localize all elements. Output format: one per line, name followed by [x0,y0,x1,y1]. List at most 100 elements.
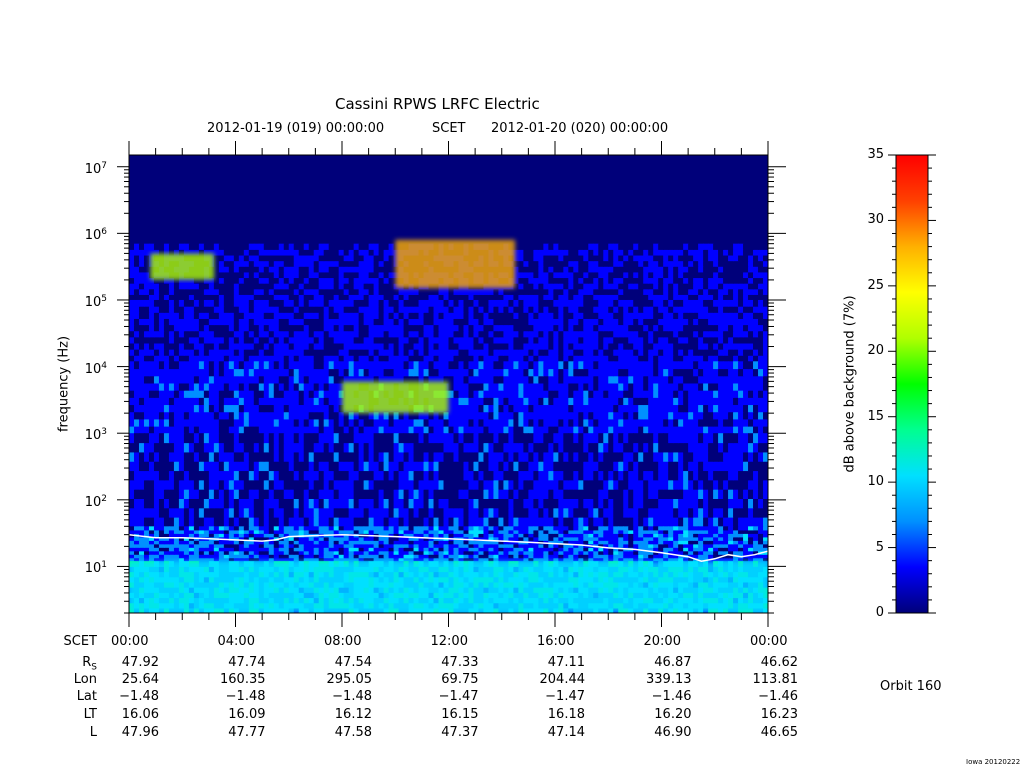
spectrogram-cell [688,318,694,326]
spectrogram-cell [608,208,614,218]
spectrogram-cell [578,294,584,301]
spectrogram-cell [733,382,739,391]
spectrogram-cell [653,271,659,279]
spectrogram-cell [363,312,370,319]
spectrogram-cell [303,368,310,377]
spectrogram-cell [133,266,140,273]
spectrogram-cell [208,312,215,319]
spectrogram-cell [283,234,290,245]
spectrogram-cell [718,312,724,319]
spectrogram-cell [713,382,719,391]
spectrogram-cell [563,306,569,313]
spectrogram-cell [703,163,709,174]
spectrogram-cell [363,260,370,267]
spectrogram-cell [418,312,425,319]
spectrogram-cell [708,368,714,377]
spectrogram-cell [433,225,440,236]
spectrogram-cell [238,249,245,256]
spectrogram-cell [223,375,230,384]
spectrogram-cell [563,260,569,267]
spectrogram-cell [543,299,549,307]
spectrogram-cell [678,199,684,209]
spectrogram-cell [643,199,649,209]
spectrogram-cell [528,390,534,398]
spectrogram-cell [258,418,265,427]
spectrogram-cell [743,368,749,377]
spectrogram-cell [613,254,619,262]
spectrogram-cell [723,266,729,273]
spectrogram-cell [548,163,554,174]
spectrogram-cell [613,181,619,192]
spectrogram-cell [308,243,315,250]
spectrogram-cell [368,199,375,209]
spectrogram-cell [618,254,624,262]
spectrogram-cell [263,318,270,326]
spectrogram-cell [608,277,614,284]
spectrogram-cell [148,288,155,295]
spectrogram-cell [583,324,589,332]
spectrogram-cell [428,306,435,313]
spectrogram-cell [718,426,724,434]
spectrogram-cell [358,318,365,326]
spectrogram-cell [428,163,435,174]
spectrogram-cell [578,199,584,209]
spectrogram-cell [713,368,719,377]
spectrogram-cell [238,217,245,227]
spectrogram-cell [603,312,609,319]
spectrogram-cell [138,155,145,165]
spectrogram-cell [533,155,539,165]
spectrogram-cell [328,349,335,356]
spectrogram-cell [508,217,514,227]
spectrogram-cell [738,355,744,362]
spectrogram-cell [288,208,295,218]
spectrogram-cell [313,294,320,301]
spectrogram-cell [458,181,465,192]
spectrogram-cell [578,418,584,427]
spectrogram-cell [668,368,674,377]
spectrogram-cell [228,411,235,420]
spectrogram-cell [293,411,300,420]
spectrogram-cell [733,217,739,227]
spectrogram-cell [548,318,554,326]
spectrogram-cell [678,349,684,356]
spectrogram-cell [408,199,415,209]
spectrogram-cell [598,288,604,295]
spectrogram-cell [273,324,280,332]
spectrogram-cell [578,342,584,350]
spectrogram-cell [248,306,255,313]
spectrogram-cell [228,155,235,165]
spectrogram-cell [713,349,719,356]
spectrogram-cell [218,249,225,256]
spectrogram-cell [428,288,435,295]
spectrogram-cell [438,418,445,427]
spectrogram-cell [678,306,684,313]
spectrogram-cell [573,426,579,434]
spectrogram-cell [738,382,744,391]
spectrogram-cell [263,368,270,377]
spectrogram-cell [193,299,200,307]
spectrogram-cell [448,349,455,356]
spectrogram-cell [163,190,170,200]
spectrogram-cell [318,404,325,413]
spectrogram-cell [203,397,210,406]
spectrogram-cell [248,266,255,273]
spectrogram-cell [483,199,490,209]
spectrogram-cell [748,260,754,267]
spectrogram-cell [343,277,350,284]
spectrogram-cell [413,418,420,427]
spectrogram-cell [488,355,495,362]
spectrogram-cell [163,411,170,420]
spectrogram-cell [528,324,534,332]
spectrogram-cell [518,234,524,245]
spectrogram-cell [143,375,150,384]
spectrogram-cell [333,382,340,391]
spectrogram-cell [648,368,654,377]
spectrogram-cell [328,312,335,319]
spectrogram-cell [603,390,609,398]
spectrogram-cell [223,217,230,227]
spectrogram-cell [578,243,584,250]
spectrogram-cell [593,330,599,338]
spectrogram-cell [158,172,165,183]
spectrogram-cell [213,249,220,256]
spectrogram-cell [383,283,390,290]
